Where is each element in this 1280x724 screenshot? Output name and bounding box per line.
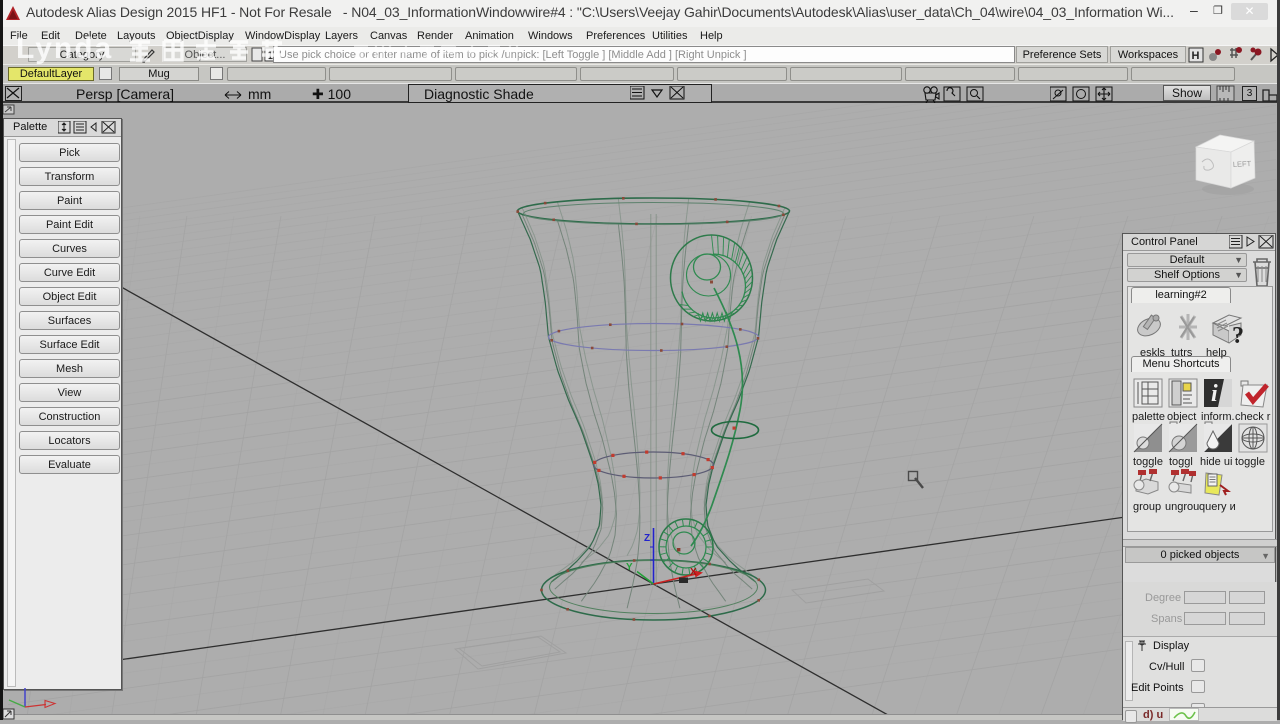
- svg-text:i: i: [1211, 381, 1218, 407]
- svg-text:?: ?: [1232, 323, 1244, 349]
- svg-text:LEFT: LEFT: [1233, 159, 1252, 169]
- svg-text:Z: Z: [644, 533, 650, 544]
- svg-text:Y: Y: [626, 562, 633, 573]
- svg-text:X: X: [690, 567, 697, 578]
- svg-text:H: H: [1192, 50, 1200, 62]
